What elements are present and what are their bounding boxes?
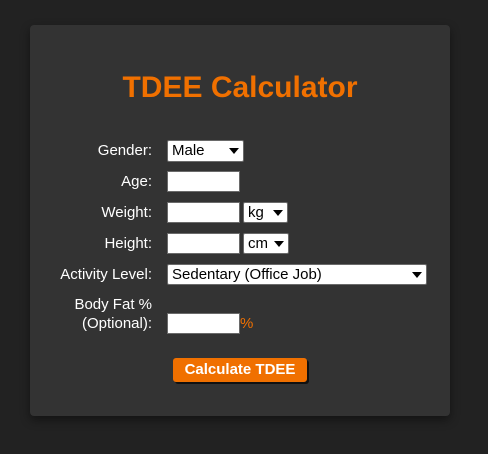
percent-suffix: % [240, 315, 254, 332]
chevron-down-icon [412, 271, 422, 278]
gender-label: Gender: [97, 142, 152, 159]
weight-label: Weight: [101, 204, 152, 221]
gender-select[interactable]: Male [167, 140, 244, 162]
calculator-card: TDEE Calculator Gender: Male Age: Weight… [30, 25, 450, 416]
height-unit-select[interactable]: cm [243, 233, 289, 254]
body-fat-label-line1: Body Fat % [74, 296, 152, 313]
weight-input[interactable] [167, 202, 240, 223]
weight-unit-value: kg [248, 203, 264, 221]
activity-select-value: Sedentary (Office Job) [172, 265, 322, 283]
height-unit-value: cm [248, 234, 268, 252]
page-title: TDEE Calculator [122, 71, 358, 104]
chevron-down-icon [274, 240, 284, 247]
height-input[interactable] [167, 233, 240, 254]
gender-select-value: Male [172, 142, 205, 159]
weight-unit-select[interactable]: kg [243, 202, 288, 223]
height-label: Height: [104, 235, 152, 252]
body-fat-input[interactable] [167, 313, 240, 334]
activity-label: Activity Level: [60, 266, 152, 283]
age-input[interactable] [167, 171, 240, 192]
body-fat-label-line2: (Optional): [81, 315, 152, 332]
age-label: Age: [121, 173, 152, 190]
activity-select[interactable]: Sedentary (Office Job) [167, 264, 427, 285]
calculate-tdee-button[interactable]: Calculate TDEE [173, 358, 307, 382]
chevron-down-icon [229, 148, 239, 154]
chevron-down-icon [273, 209, 283, 216]
